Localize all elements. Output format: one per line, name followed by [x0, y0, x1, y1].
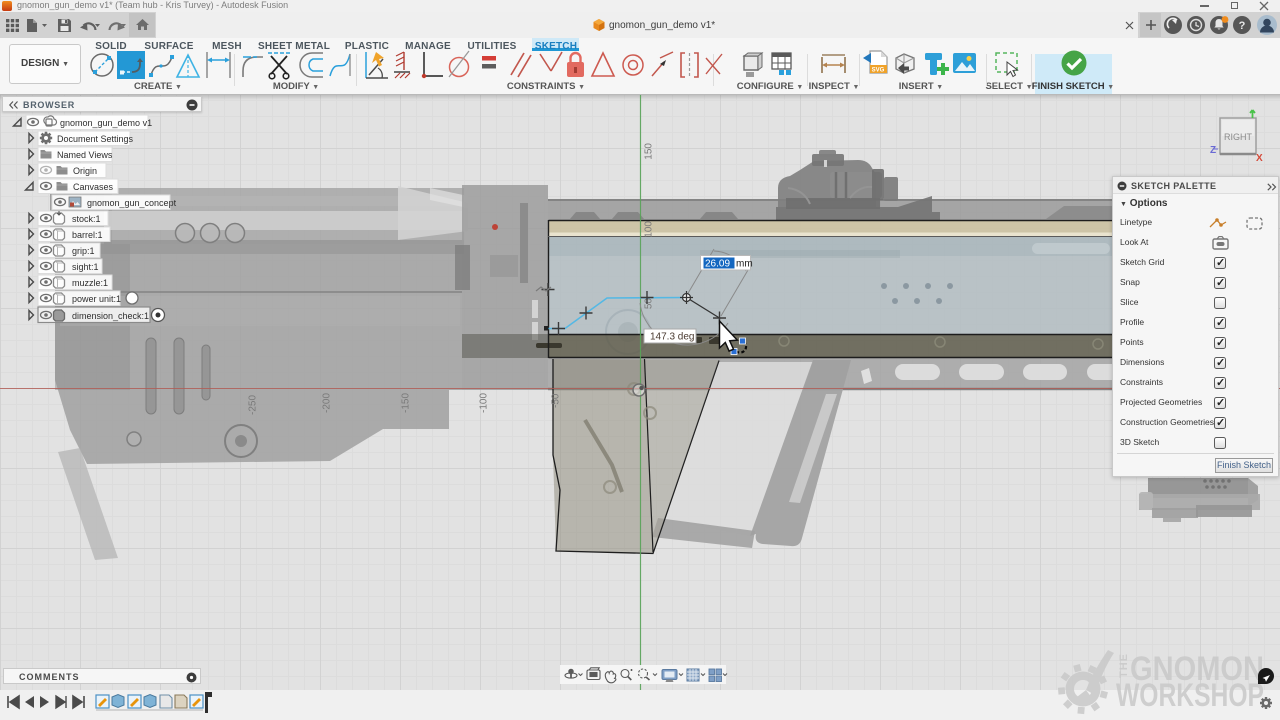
svg-text:THE: THE: [1118, 653, 1130, 678]
svg-text:WORKSHOP: WORKSHOP: [1116, 677, 1264, 713]
